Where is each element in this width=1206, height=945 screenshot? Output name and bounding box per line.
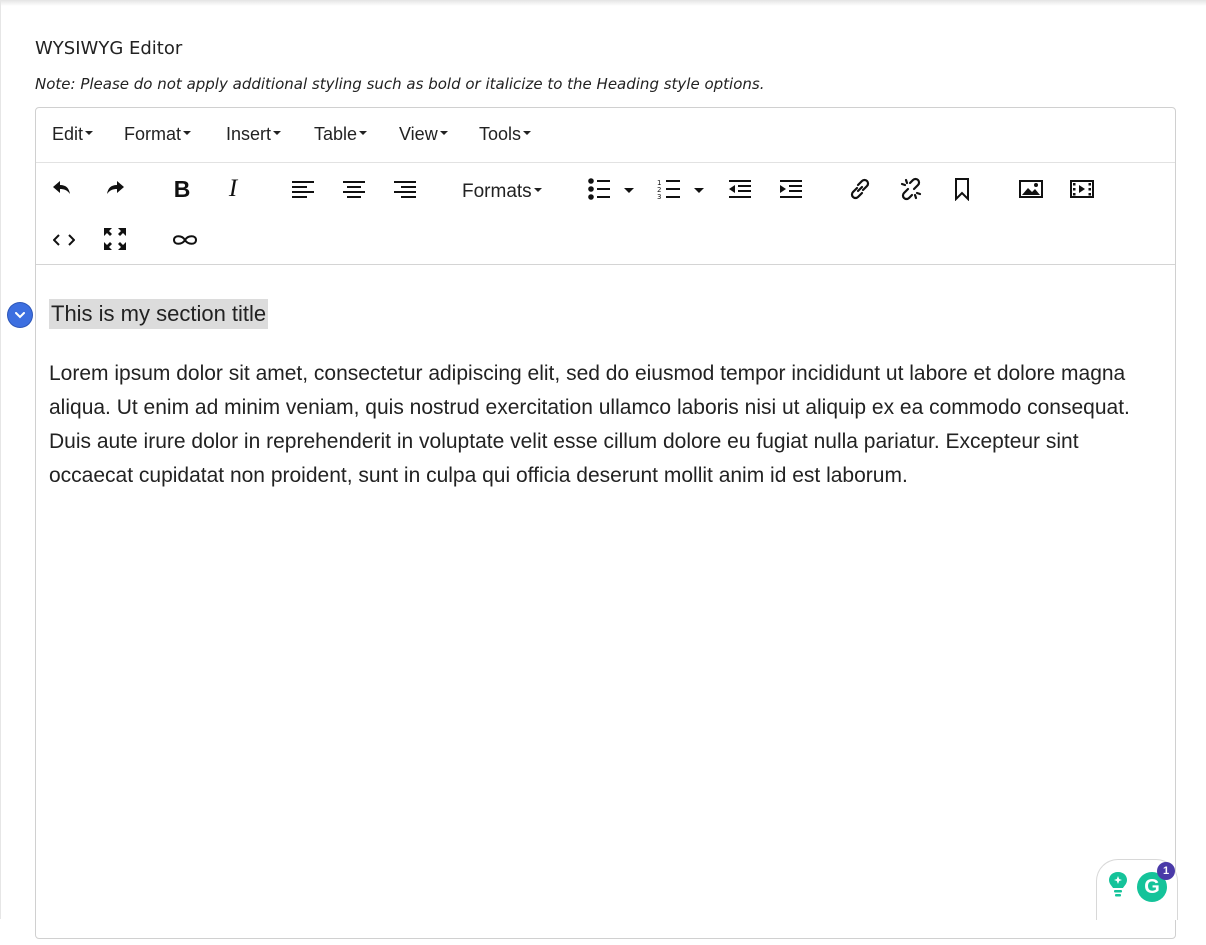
menu-insert[interactable]: Insert — [226, 124, 282, 145]
infinity-button[interactable] — [169, 224, 201, 256]
bookmark-button[interactable] — [946, 173, 978, 205]
video-icon — [1070, 180, 1094, 198]
grammarly-logo-letter: G — [1144, 875, 1160, 898]
menu-format-label: Format — [124, 124, 182, 144]
editor-menubar: Edit Format Insert Table View Tools — [36, 108, 1175, 163]
indent-icon — [780, 180, 802, 198]
indent-button[interactable] — [775, 173, 807, 205]
image-icon — [1019, 180, 1043, 198]
menu-format[interactable]: Format — [124, 124, 192, 145]
align-left-button[interactable] — [287, 173, 319, 205]
formats-dropdown[interactable]: Formats — [462, 181, 542, 203]
infinity-icon — [172, 235, 198, 245]
editor-toolbar: B I Formats 123 — [36, 163, 1175, 265]
chevron-down-icon — [439, 131, 448, 136]
numbered-list-button[interactable]: 123 — [656, 173, 712, 205]
outdent-icon — [729, 180, 751, 198]
bullet-list-icon — [588, 178, 634, 200]
lightbulb-icon[interactable] — [1107, 870, 1129, 898]
menu-insert-label: Insert — [226, 124, 272, 144]
image-button[interactable] — [1015, 173, 1047, 205]
undo-icon — [53, 181, 70, 194]
menu-edit-label: Edit — [52, 124, 84, 144]
bold-icon: B — [173, 175, 191, 202]
chevron-down-icon — [273, 131, 282, 136]
numbered-list-icon: 123 — [657, 179, 704, 200]
bullet-list-button[interactable] — [586, 173, 642, 205]
top-shadow — [0, 0, 1206, 6]
chevron-down-icon — [85, 131, 94, 136]
chevron-down-icon — [533, 187, 542, 192]
menu-tools-label: Tools — [479, 124, 522, 144]
menu-table[interactable]: Table — [314, 124, 368, 145]
wysiwyg-editor: Edit Format Insert Table View Tools B I … — [35, 107, 1176, 939]
link-icon — [850, 178, 870, 200]
chevron-down-icon — [523, 131, 532, 136]
bookmark-icon — [955, 178, 969, 201]
menu-view-label: View — [399, 124, 438, 144]
align-center-button[interactable] — [338, 173, 370, 205]
grammarly-badge: 1 — [1157, 862, 1175, 880]
align-right-icon — [394, 181, 416, 198]
chevron-down-icon — [183, 131, 192, 136]
video-button[interactable] — [1066, 173, 1098, 205]
fullscreen-icon — [104, 228, 126, 250]
redo-button[interactable] — [99, 172, 131, 204]
redo-icon — [107, 181, 124, 194]
chevron-down-icon — [15, 311, 25, 318]
align-center-icon — [343, 181, 365, 198]
chevron-down-icon — [359, 131, 368, 136]
collapse-toggle[interactable] — [8, 303, 32, 327]
svg-text:3: 3 — [657, 193, 661, 200]
editor-content[interactable]: This is my section title Lorem ipsum dol… — [36, 265, 1175, 945]
source-code-icon — [53, 234, 75, 246]
left-edge-divider — [0, 0, 1, 919]
italic-icon: I — [228, 175, 238, 202]
unlink-button[interactable] — [895, 173, 927, 205]
undo-button[interactable] — [46, 172, 78, 204]
outdent-button[interactable] — [724, 173, 756, 205]
menu-table-label: Table — [314, 124, 358, 144]
field-note: Note: Please do not apply additional sty… — [35, 75, 765, 93]
align-left-icon — [292, 181, 314, 198]
link-button[interactable] — [844, 173, 876, 205]
source-code-button[interactable] — [48, 224, 80, 256]
menu-view[interactable]: View — [399, 124, 448, 145]
unlink-icon — [900, 177, 922, 201]
section-title[interactable]: This is my section title — [49, 299, 269, 329]
bold-button[interactable]: B — [166, 173, 198, 205]
italic-button[interactable]: I — [217, 173, 249, 205]
grammarly-widget: G 1 — [1096, 859, 1178, 920]
menu-edit[interactable]: Edit — [52, 124, 94, 145]
field-label: WYSIWYG Editor — [35, 38, 183, 59]
menu-tools[interactable]: Tools — [479, 124, 532, 145]
body-paragraph[interactable]: Lorem ipsum dolor sit amet, consectetur … — [49, 357, 1164, 493]
formats-label: Formats — [462, 181, 532, 202]
align-right-button[interactable] — [389, 173, 421, 205]
fullscreen-button[interactable] — [99, 223, 131, 255]
